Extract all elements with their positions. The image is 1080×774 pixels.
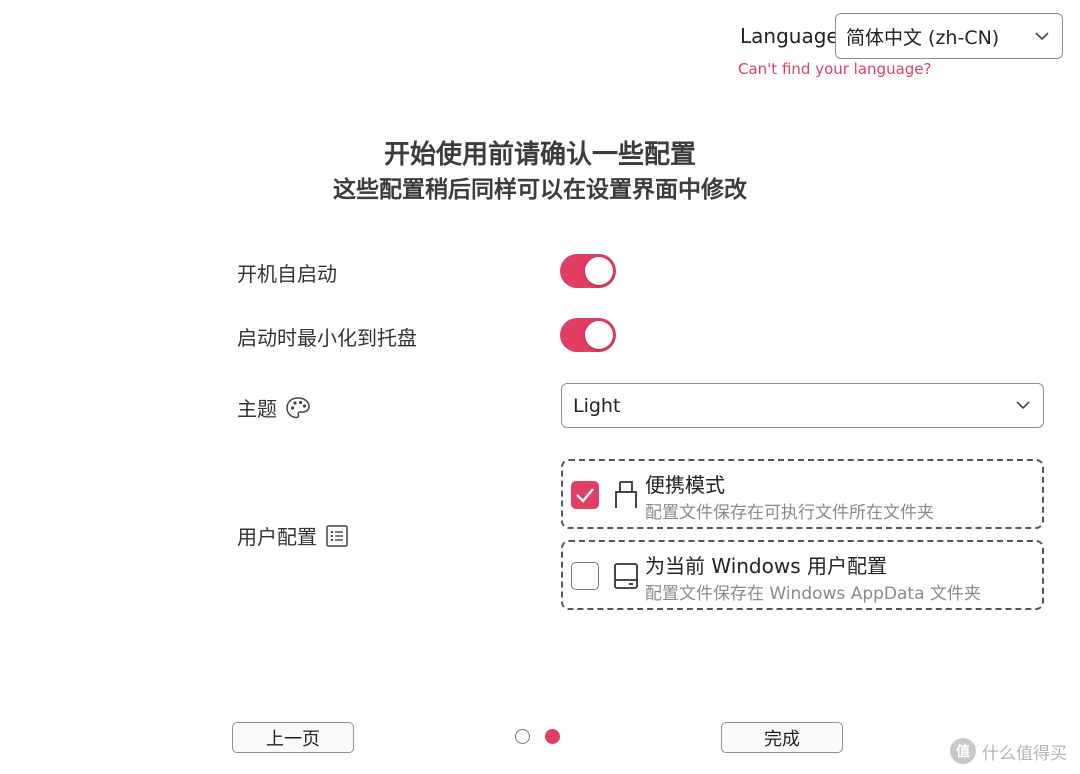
portable-mode-title: 便携模式 xyxy=(645,473,725,497)
windows-user-option[interactable]: 为当前 Windows 用户配置 配置文件保存在 Windows AppData… xyxy=(561,540,1044,610)
autostart-label: 开机自启动 xyxy=(237,262,337,286)
language-select[interactable]: 简体中文 (zh-CN) xyxy=(835,13,1063,59)
watermark-text: 什么值得买 xyxy=(982,743,1067,764)
hard-drive-icon xyxy=(614,563,638,589)
usb-drive-icon xyxy=(615,481,637,508)
page-title: 开始使用前请确认一些配置 xyxy=(383,140,696,170)
list-icon xyxy=(326,524,348,547)
prev-page-button[interactable]: 上一页 xyxy=(232,722,354,753)
theme-select[interactable]: Light xyxy=(561,383,1044,428)
theme-label: 主题 xyxy=(237,393,311,422)
user-config-label: 用户配置 xyxy=(237,521,349,550)
watermark-logo: 值 xyxy=(950,738,976,764)
windows-user-checkbox[interactable] xyxy=(571,562,599,590)
minimize-to-tray-toggle[interactable] xyxy=(560,318,616,352)
autostart-toggle[interactable] xyxy=(560,254,616,288)
windows-user-description: 配置文件保存在 Windows AppData 文件夹 xyxy=(645,584,981,604)
windows-user-title: 为当前 Windows 用户配置 xyxy=(645,554,887,578)
chevron-down-icon xyxy=(1016,401,1030,410)
theme-selected-value: Light xyxy=(573,394,621,417)
language-help-link[interactable]: Can't find your language? xyxy=(738,60,931,78)
page-subtitle: 这些配置稍后同样可以在设置界面中修改 xyxy=(333,177,747,203)
toggle-knob xyxy=(585,321,613,349)
page-indicator-2[interactable] xyxy=(545,729,560,744)
finish-button[interactable]: 完成 xyxy=(721,722,843,753)
toggle-knob xyxy=(585,257,613,285)
watermark: 值 什么值得买 xyxy=(950,738,1067,764)
portable-mode-description: 配置文件保存在可执行文件所在文件夹 xyxy=(645,503,934,523)
portable-mode-checkbox[interactable] xyxy=(571,481,599,509)
language-selected-value: 简体中文 (zh-CN) xyxy=(846,26,1000,49)
language-label: Language: xyxy=(740,24,846,48)
minimize-to-tray-label: 启动时最小化到托盘 xyxy=(237,326,417,350)
palette-icon xyxy=(286,396,310,418)
portable-mode-option[interactable]: 便携模式 配置文件保存在可执行文件所在文件夹 xyxy=(561,459,1044,529)
checkmark-icon xyxy=(576,488,594,503)
chevron-down-icon xyxy=(1035,32,1049,41)
page-indicator-1[interactable] xyxy=(515,729,530,744)
